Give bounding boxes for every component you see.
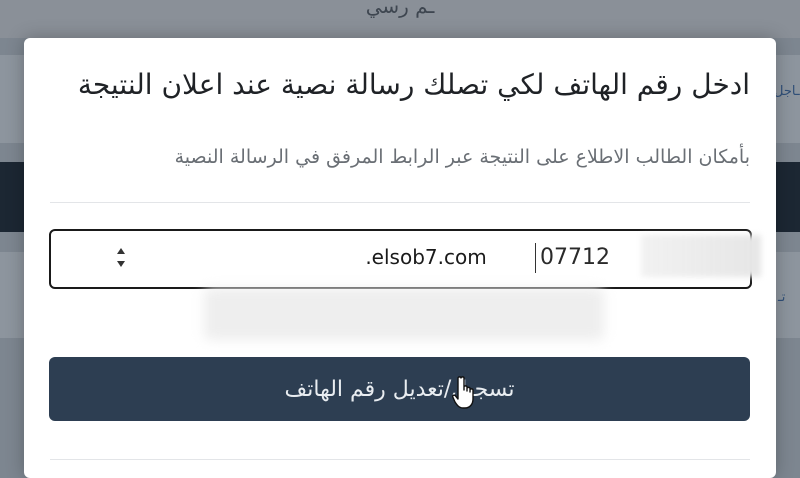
redacted-digits — [641, 235, 761, 277]
background-header-text: ـم رسي — [365, 0, 435, 18]
modal-subtitle: بأمكان الطالب الاطلاع على النتيجة عبر ال… — [174, 146, 750, 168]
divider — [50, 202, 750, 203]
register-phone-button[interactable]: تسجيل/تعديل رقم الهاتف — [49, 357, 750, 421]
phone-registration-modal: ادخل رقم الهاتف لكي تصلك رسالة نصية عند … — [24, 38, 776, 478]
background-fragment-text: ـاجل — [774, 84, 800, 99]
background-fragment-text-lower: تـ — [778, 290, 786, 305]
spinner-down-icon[interactable] — [117, 261, 125, 267]
redacted-area — [204, 288, 604, 340]
number-spinner-icon[interactable] — [115, 243, 129, 273]
divider-bottom — [50, 459, 750, 460]
hand-pointer-icon — [452, 376, 474, 409]
watermark-text: .elsob7.com — [365, 245, 487, 269]
modal-title: ادخل رقم الهاتف لكي تصلك رسالة نصية عند … — [77, 68, 750, 101]
spinner-up-icon[interactable] — [117, 248, 125, 254]
phone-number-input[interactable]: .elsob7.com 07712 — [49, 229, 761, 289]
background-header: ـم رسي — [0, 0, 800, 38]
